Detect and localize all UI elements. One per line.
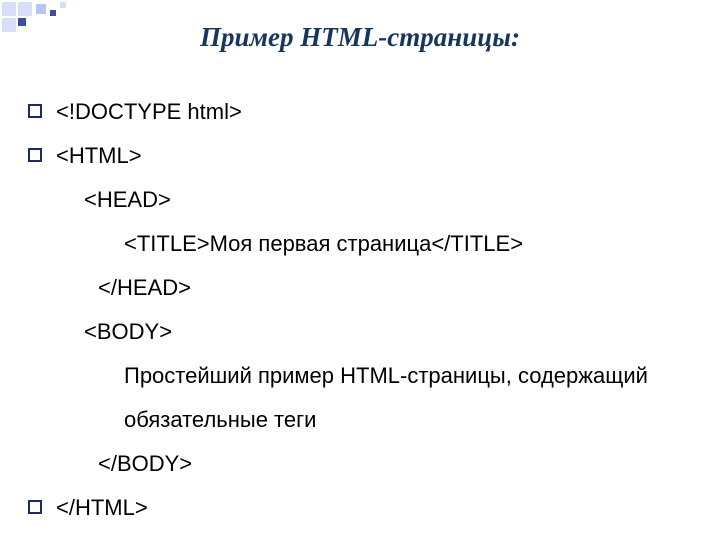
slide-title: Пример HTML-страницы: <box>0 22 720 53</box>
code-line: </BODY> <box>28 442 648 486</box>
code-text: </HTML> <box>56 495 148 520</box>
bullet-icon <box>28 104 42 118</box>
code-text: </BODY> <box>54 451 192 476</box>
code-text: <TITLE>Моя первая страница</TITLE> <box>54 231 523 256</box>
code-line: <!DOCTYPE html> <box>28 90 648 134</box>
code-line: </HTML> <box>28 486 648 530</box>
bullet-icon <box>28 148 42 162</box>
code-line: <HEAD> <box>28 178 648 222</box>
code-text: Простейший пример HTML-страницы, содержа… <box>54 363 648 388</box>
code-line: <TITLE>Моя первая страница</TITLE> <box>28 222 648 266</box>
code-text: </HEAD> <box>54 275 191 300</box>
bullet-icon <box>28 500 42 514</box>
code-text: обязательные теги <box>54 407 316 432</box>
code-text: <BODY> <box>54 319 172 344</box>
code-line: <HTML> <box>28 134 648 178</box>
code-text: <HEAD> <box>54 187 171 212</box>
code-line: Простейший пример HTML-страницы, содержа… <box>28 354 648 398</box>
code-line: </HEAD> <box>28 266 648 310</box>
code-line: обязательные теги <box>28 398 648 442</box>
html-example-code: <!DOCTYPE html> <HTML> <HEAD> <TITLE>Моя… <box>28 90 648 530</box>
code-text: <HTML> <box>56 143 142 168</box>
code-text: <!DOCTYPE html> <box>56 99 242 124</box>
code-line: <BODY> <box>28 310 648 354</box>
